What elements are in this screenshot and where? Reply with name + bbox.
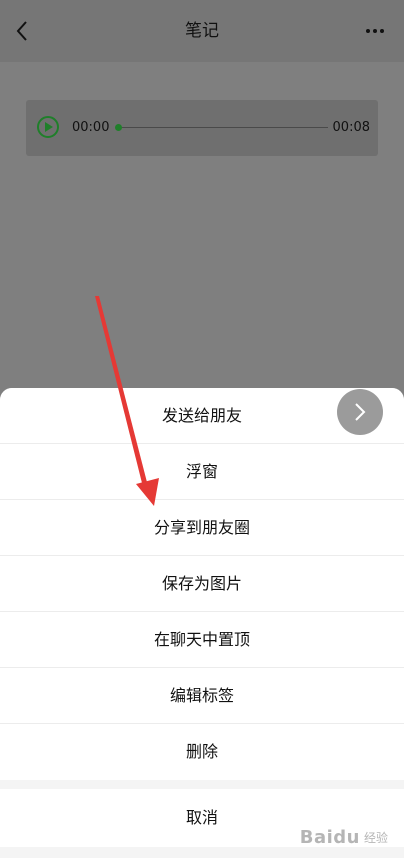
action-pin-in-chat[interactable]: 在聊天中置顶 [0, 612, 404, 668]
chevron-right-icon [355, 403, 366, 421]
progress-track[interactable] [118, 127, 328, 128]
play-button[interactable] [37, 116, 59, 138]
more-dots-icon [365, 29, 386, 33]
next-button[interactable] [337, 389, 383, 435]
action-list: 发送给朋友 浮窗 分享到朋友圈 保存为图片 在聊天中置顶 编辑标签 删除 [0, 388, 404, 780]
action-edit-tags[interactable]: 编辑标签 [0, 668, 404, 724]
action-sheet: 发送给朋友 浮窗 分享到朋友圈 保存为图片 在聊天中置顶 编辑标签 删除 取消 [0, 388, 404, 858]
action-floating-window[interactable]: 浮窗 [0, 444, 404, 500]
action-save-as-image[interactable]: 保存为图片 [0, 556, 404, 612]
current-time: 00:00 [72, 120, 110, 135]
baidu-watermark: Baidu 经验 [300, 827, 388, 848]
sheet-divider [0, 780, 404, 789]
action-delete[interactable]: 删除 [0, 724, 404, 780]
voice-note-player: 00:00 00:08 [26, 100, 378, 156]
top-nav-bar: 笔记 [0, 0, 404, 62]
total-time: 00:08 [332, 120, 370, 135]
watermark-sub: 经验 [363, 831, 388, 845]
page-title: 笔记 [185, 21, 219, 41]
back-button[interactable] [10, 18, 34, 44]
more-button[interactable] [364, 20, 386, 42]
watermark-main: Baidu [299, 827, 360, 848]
action-share-to-moments[interactable]: 分享到朋友圈 [0, 500, 404, 556]
chevron-left-icon [16, 21, 27, 41]
progress-thumb[interactable] [115, 124, 122, 131]
play-icon [45, 122, 53, 132]
